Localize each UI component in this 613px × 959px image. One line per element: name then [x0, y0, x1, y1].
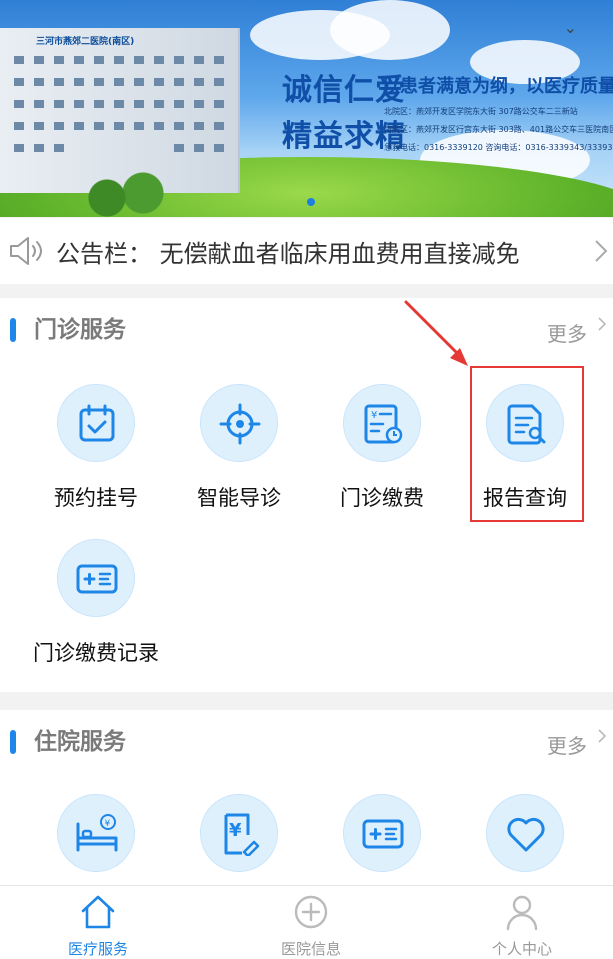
yen-document-icon: ¥ [224, 813, 260, 856]
calendar-check-icon [79, 404, 115, 442]
target-icon [219, 403, 261, 445]
heart-icon [507, 817, 545, 852]
hospital-building-image: 三河市燕郊二医院(南区) [0, 28, 240, 217]
svg-text:¥: ¥ [229, 820, 242, 841]
address-south: 南院区：燕郊开发区行宫东大街 303路、401路公交车三医院南区站 [384, 125, 613, 134]
inpatient-more-link[interactable]: 更多 [547, 730, 587, 759]
tab-label: 医院信息 [280, 940, 341, 958]
outpatient-title: 门诊服务 [34, 317, 126, 343]
svg-text:¥: ¥ [105, 819, 111, 829]
carousel-indicator-dot[interactable] [307, 198, 315, 206]
slogan-line-2: 精益求精 [282, 119, 406, 154]
tab-hospital-info[interactable]: 医院信息 [241, 892, 381, 958]
plus-circle-icon [294, 895, 328, 929]
service-outpatient-payment[interactable]: ¥ 门诊缴费 [317, 384, 447, 514]
hospital-sign: 三河市燕郊二医院(南区) [36, 37, 135, 47]
service-outpatient-payment-records[interactable]: 门诊缴费记录 [31, 539, 161, 669]
speaker-icon [10, 237, 42, 265]
tab-personal-center[interactable]: 个人中心 [452, 892, 592, 958]
chevron-right-icon [595, 240, 608, 262]
tab-medical-services[interactable]: 医疗服务 [28, 892, 168, 958]
service-label: 门诊缴费记录 [33, 641, 159, 665]
bill-clock-icon: ¥ [364, 404, 403, 444]
home-icon [81, 895, 115, 929]
card-list-icon [76, 564, 118, 594]
annotation-arrow [404, 300, 468, 366]
bottom-tab-bar: 医疗服务 医院信息 个人中心 [0, 885, 613, 959]
bird-decoration: ⌄ [563, 18, 577, 37]
tab-label: 医疗服务 [67, 940, 128, 958]
outpatient-header: 门诊服务 更多 [0, 298, 613, 358]
hospital-banner-carousel[interactable]: 三河市燕郊二医院(南区) ⌄ 诚信仁爱 精益求精 以患者满意为纲，以医疗质量为本… [0, 0, 613, 217]
person-icon [506, 895, 538, 931]
card-list-icon [362, 819, 404, 849]
notice-bar[interactable]: 公告栏： 无偿献血者临床用血费用直接减免 [0, 218, 613, 284]
svg-text:¥: ¥ [371, 410, 377, 421]
chevron-right-icon[interactable] [597, 316, 607, 332]
tab-label: 个人中心 [491, 940, 552, 958]
address-north: 北院区：燕郊开发区学院东大街 307路公交车二三新站 [384, 107, 578, 116]
inpatient-header: 住院服务 更多 [0, 710, 613, 770]
motto-text: 以患者满意为纲，以医疗质量为本 [382, 76, 613, 97]
outpatient-more-link[interactable]: 更多 [547, 318, 587, 347]
notice-text: 公告栏： 无偿献血者临床用血费用直接减免 [56, 240, 520, 268]
section-accent-bar [10, 730, 16, 754]
section-accent-bar [10, 318, 16, 342]
service-smart-triage[interactable]: 智能导诊 [174, 384, 304, 514]
bed-yen-icon: ¥ [76, 814, 118, 852]
annotation-highlight-box [470, 366, 584, 522]
service-appointment-registration[interactable]: 预约挂号 [31, 384, 161, 514]
inpatient-title: 住院服务 [34, 729, 126, 755]
chevron-right-icon[interactable] [597, 728, 607, 744]
contact-phones: 急救电话：0316-3339120 咨询电话：0316-3339343/3339… [384, 143, 613, 152]
